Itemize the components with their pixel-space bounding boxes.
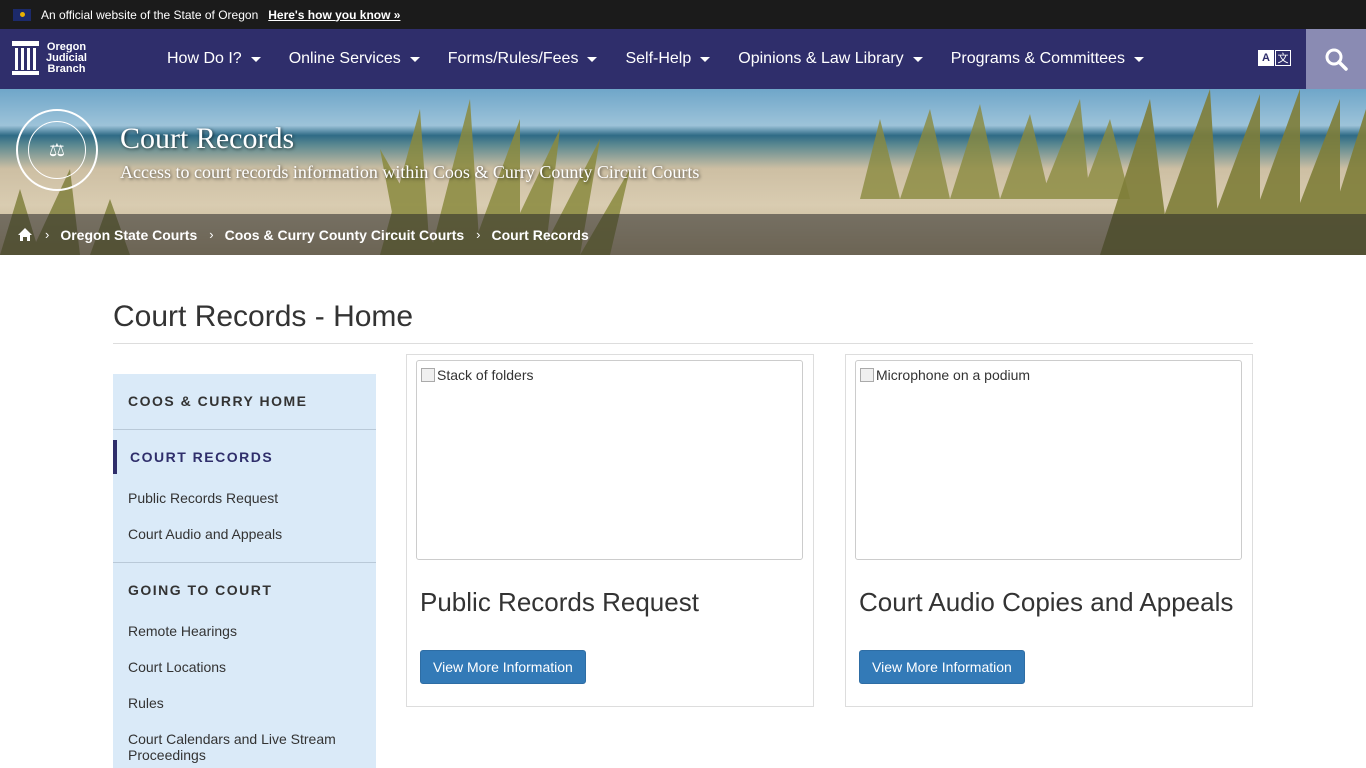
nav-label: Online Services [288,50,401,67]
card-title: Public Records Request [420,587,699,617]
hero-banner: ⚖ Court Records Access to court records … [0,89,1366,255]
chevron-right-icon: › [209,227,214,242]
image-alt-text: Microphone on a podium [876,367,1031,383]
breadcrumb: › Oregon State Courts › Coos & Curry Cou… [0,214,1366,255]
heres-how-you-know-link[interactable]: Here's how you know » [268,8,400,22]
main-nav: Oregon Judicial Branch How Do I? Online … [0,29,1366,89]
home-icon[interactable] [17,227,33,242]
search-button[interactable] [1306,29,1366,89]
breadcrumb-coos-curry[interactable]: Coos & Curry County Circuit Courts [225,227,465,243]
nav-label: Programs & Committees [950,50,1125,67]
caret-down-icon [587,56,598,62]
nav-how-do-i[interactable]: How Do I? [153,50,275,68]
caret-down-icon [912,56,923,62]
official-banner: An official website of the State of Oreg… [0,0,1366,29]
state-seal-icon: ⚖ [16,109,98,191]
sidebar-nav: COOS & CURRY HOME COURT RECORDS Public R… [113,374,376,768]
sidebar-divider [113,562,376,563]
sidebar-coos-curry-home[interactable]: COOS & CURRY HOME [128,393,308,409]
oregon-judicial-branch-logo[interactable]: Oregon Judicial Branch [12,41,87,75]
card-court-audio: Microphone on a podium Court Audio Copie… [845,354,1253,707]
pillar-icon [12,41,39,75]
oregon-flag-icon [13,8,31,21]
caret-down-icon [1133,56,1144,62]
sidebar-remote-hearings[interactable]: Remote Hearings [128,623,363,639]
caret-down-icon [700,56,711,62]
card-public-records: Stack of folders Public Records Request … [406,354,814,707]
nav-forms-rules-fees[interactable]: Forms/Rules/Fees [434,50,612,68]
sidebar-going-to-court[interactable]: GOING TO COURT [128,582,272,598]
translate-icon-b: 文 [1275,50,1291,66]
hero-title: Court Records [120,122,295,155]
nav-self-help[interactable]: Self-Help [611,50,724,68]
sidebar-court-audio-appeals[interactable]: Court Audio and Appeals [128,526,363,542]
broken-image-icon [421,368,435,382]
sidebar-court-calendars[interactable]: Court Calendars and Live Stream Proceedi… [128,731,363,763]
translate-icon-a: A [1258,50,1274,66]
view-more-information-button[interactable]: View More Information [859,650,1025,684]
search-icon [1325,48,1348,71]
hero-subtitle: Access to court records information with… [120,162,700,182]
breadcrumb-court-records[interactable]: Court Records [492,227,589,243]
title-divider [113,343,1253,344]
card-image-microphone: Microphone on a podium [855,360,1242,560]
nav-label: Self-Help [625,50,692,67]
logo-text: Oregon Judicial Branch [46,40,87,75]
card-title: Court Audio Copies and Appeals [859,587,1234,617]
nav-label: Opinions & Law Library [738,50,904,67]
caret-down-icon [250,56,261,62]
view-more-information-button[interactable]: View More Information [420,650,586,684]
broken-image-icon [860,368,874,382]
sidebar-court-locations[interactable]: Court Locations [128,659,363,675]
translate-button[interactable]: A 文 [1258,50,1291,66]
page-title: Court Records - Home [113,300,414,333]
nav-label: Forms/Rules/Fees [447,50,579,67]
official-text: An official website of the State of Oreg… [41,7,259,22]
image-alt-text: Stack of folders [437,367,534,383]
active-indicator [113,440,117,474]
nav-programs-committees[interactable]: Programs & Committees [937,50,1158,68]
nav-label: How Do I? [167,50,242,67]
breadcrumb-oregon-state-courts[interactable]: Oregon State Courts [60,227,197,243]
chevron-right-icon: › [476,227,481,242]
nav-online-services[interactable]: Online Services [275,50,434,68]
sidebar-rules[interactable]: Rules [128,695,363,711]
caret-down-icon [409,56,420,62]
sidebar-court-records[interactable]: COURT RECORDS [130,449,273,465]
sidebar-divider [113,429,376,430]
nav-opinions-law-library[interactable]: Opinions & Law Library [724,50,936,68]
sidebar-public-records-request[interactable]: Public Records Request [128,490,363,506]
card-image-folders: Stack of folders [416,360,803,560]
chevron-right-icon: › [45,227,50,242]
nav-menu: How Do I? Online Services Forms/Rules/Fe… [153,29,1158,89]
